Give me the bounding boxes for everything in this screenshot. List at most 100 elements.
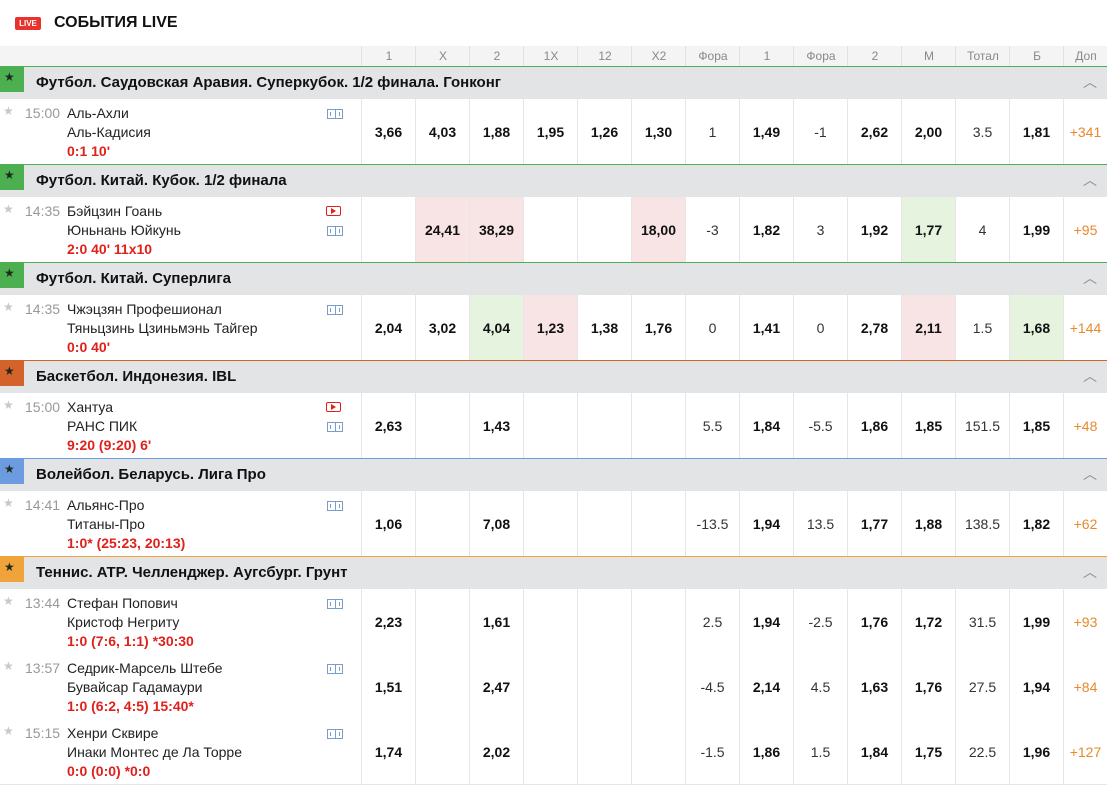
odds-cell-col-handicap1-odds[interactable]: 1,84 [739,393,793,458]
favorite-star-icon[interactable]: ★ [3,104,14,118]
odds-cell-col-under[interactable]: 2,11 [901,295,955,360]
favorite-star-icon[interactable]: ★ [3,398,14,412]
odds-cell-col-handicap1-odds[interactable]: 1,86 [739,719,793,784]
favorite-star-icon[interactable]: ★ [3,496,14,510]
odds-cell-col-1[interactable]: 1,06 [361,491,415,556]
league-favorite-star-icon[interactable]: ★ [0,263,24,288]
odds-cell-col-handicap2-odds[interactable]: 2,78 [847,295,901,360]
odds-cell-col-handicap2[interactable]: -5.5 [793,393,847,458]
odds-cell-col-handicap1[interactable]: -3 [685,197,739,262]
odds-cell-col-handicap2-odds[interactable]: 1,77 [847,491,901,556]
odds-cell-col-1[interactable]: 2,04 [361,295,415,360]
field-stats-icon[interactable] [327,109,343,119]
team-home[interactable]: Хенри Сквире [67,725,158,741]
odds-cell-col-2[interactable]: 38,29 [469,197,523,262]
odds-cell-col-handicap2-odds[interactable]: 2,62 [847,99,901,164]
field-stats-icon[interactable] [327,599,343,609]
odds-cell-col-handicap1-odds[interactable]: 1,94 [739,589,793,654]
odds-cell-col-handicap2[interactable]: 1.5 [793,719,847,784]
field-stats-icon[interactable] [327,422,343,432]
more-markets-link[interactable]: +95 [1063,197,1107,262]
favorite-star-icon[interactable]: ★ [3,724,14,738]
odds-cell-col-handicap2[interactable]: -1 [793,99,847,164]
odds-cell-col-total[interactable]: 22.5 [955,719,1009,784]
league-favorite-star-icon[interactable]: ★ [0,459,24,484]
chevron-up-icon[interactable]: ︿ [1079,71,1101,93]
odds-cell-col-12[interactable]: 1,26 [577,99,631,164]
odds-cell-col-total[interactable]: 1.5 [955,295,1009,360]
league-favorite-star-icon[interactable]: ★ [0,67,24,92]
odds-cell-col-handicap1[interactable]: -4.5 [685,654,739,719]
odds-cell-col-2[interactable]: 1,43 [469,393,523,458]
odds-cell-col-under[interactable]: 1,72 [901,589,955,654]
more-markets-link[interactable]: +341 [1063,99,1107,164]
odds-cell-col-total[interactable]: 151.5 [955,393,1009,458]
league-header[interactable]: ★ Волейбол. Беларусь. Лига Про ︿ [0,458,1107,492]
odds-cell-col-handicap1[interactable]: 5.5 [685,393,739,458]
team-away[interactable]: Титаны-Про [67,516,145,532]
match-row[interactable]: ★ 14:41 Альянс-Про Титаны-Про 1:0* (25:23, 2… [0,491,1107,557]
odds-cell-col-total[interactable]: 3.5 [955,99,1009,164]
favorite-star-icon[interactable]: ★ [3,594,14,608]
favorite-star-icon[interactable]: ★ [3,202,14,216]
field-stats-icon[interactable] [327,729,343,739]
favorite-star-icon[interactable]: ★ [3,300,14,314]
odds-cell-col-1[interactable]: 1,51 [361,654,415,719]
odds-cell-col-handicap2-odds[interactable]: 1,84 [847,719,901,784]
league-header[interactable]: ★ Футбол. Саудовская Аравия. Суперкубок. … [0,66,1107,100]
odds-cell-col-handicap1-odds[interactable]: 1,94 [739,491,793,556]
chevron-up-icon[interactable]: ︿ [1079,365,1101,387]
odds-cell-col-x[interactable]: 24,41 [415,197,469,262]
odds-cell-col-handicap2[interactable]: 3 [793,197,847,262]
live-video-icon[interactable] [326,206,341,216]
odds-cell-col-under[interactable]: 1,77 [901,197,955,262]
match-row[interactable]: ★ 15:15 Хенри Сквире Инаки Монтес де Ла Тор… [0,719,1107,785]
odds-cell-col-handicap2[interactable]: 0 [793,295,847,360]
odds-cell-col-total[interactable]: 138.5 [955,491,1009,556]
odds-cell-col-over[interactable]: 1,82 [1009,491,1063,556]
odds-cell-col-12[interactable]: 1,38 [577,295,631,360]
team-away[interactable]: Юньнань Юйкунь [67,222,181,238]
odds-cell-col-under[interactable]: 1,88 [901,491,955,556]
team-away[interactable]: РАНС ПИК [67,418,137,434]
odds-cell-col-handicap1[interactable]: 0 [685,295,739,360]
match-row[interactable]: ★ 15:00 Аль-Ахли Аль-Кадисия 0:1 10' 3,66 4,03… [0,99,1107,165]
odds-cell-col-1[interactable]: 1,74 [361,719,415,784]
odds-cell-col-handicap2-odds[interactable]: 1,92 [847,197,901,262]
odds-cell-col-1x[interactable]: 1,23 [523,295,577,360]
team-home[interactable]: Чжэцзян Профешионал [67,301,222,317]
odds-cell-col-over[interactable]: 1,94 [1009,654,1063,719]
odds-cell-col-2[interactable]: 7,08 [469,491,523,556]
chevron-up-icon[interactable]: ︿ [1079,463,1101,485]
odds-cell-col-2[interactable]: 1,61 [469,589,523,654]
odds-cell-col-handicap1-odds[interactable]: 1,41 [739,295,793,360]
odds-cell-col-1[interactable]: 2,23 [361,589,415,654]
odds-cell-col-total[interactable]: 27.5 [955,654,1009,719]
more-markets-link[interactable]: +84 [1063,654,1107,719]
odds-cell-col-1[interactable]: 3,66 [361,99,415,164]
more-markets-link[interactable]: +93 [1063,589,1107,654]
odds-cell-col-over[interactable]: 1,96 [1009,719,1063,784]
match-row[interactable]: ★ 14:35 Чжэцзян Профешионал Тяньцзинь Цзинь… [0,295,1107,361]
odds-cell-col-handicap2-odds[interactable]: 1,76 [847,589,901,654]
chevron-up-icon[interactable]: ︿ [1079,267,1101,289]
odds-cell-col-over[interactable]: 1,68 [1009,295,1063,360]
odds-cell-col-total[interactable]: 4 [955,197,1009,262]
odds-cell-col-x2[interactable]: 1,30 [631,99,685,164]
odds-cell-col-handicap2[interactable]: 4.5 [793,654,847,719]
field-stats-icon[interactable] [327,664,343,674]
odds-cell-col-2[interactable]: 2,47 [469,654,523,719]
team-away[interactable]: Инаки Монтес де Ла Торре [67,744,242,760]
live-video-icon[interactable] [326,402,341,412]
odds-cell-col-handicap1[interactable]: 2.5 [685,589,739,654]
odds-cell-col-x[interactable]: 4,03 [415,99,469,164]
odds-cell-col-handicap1-odds[interactable]: 1,82 [739,197,793,262]
odds-cell-col-over[interactable]: 1,85 [1009,393,1063,458]
team-home[interactable]: Бэйцзин Гоань [67,203,162,219]
league-header[interactable]: ★ Футбол. Китай. Суперлига ︿ [0,262,1107,296]
team-home[interactable]: Альянс-Про [67,497,144,513]
odds-cell-col-handicap2[interactable]: 13.5 [793,491,847,556]
odds-cell-col-1[interactable]: 2,63 [361,393,415,458]
odds-cell-col-total[interactable]: 31.5 [955,589,1009,654]
field-stats-icon[interactable] [327,305,343,315]
